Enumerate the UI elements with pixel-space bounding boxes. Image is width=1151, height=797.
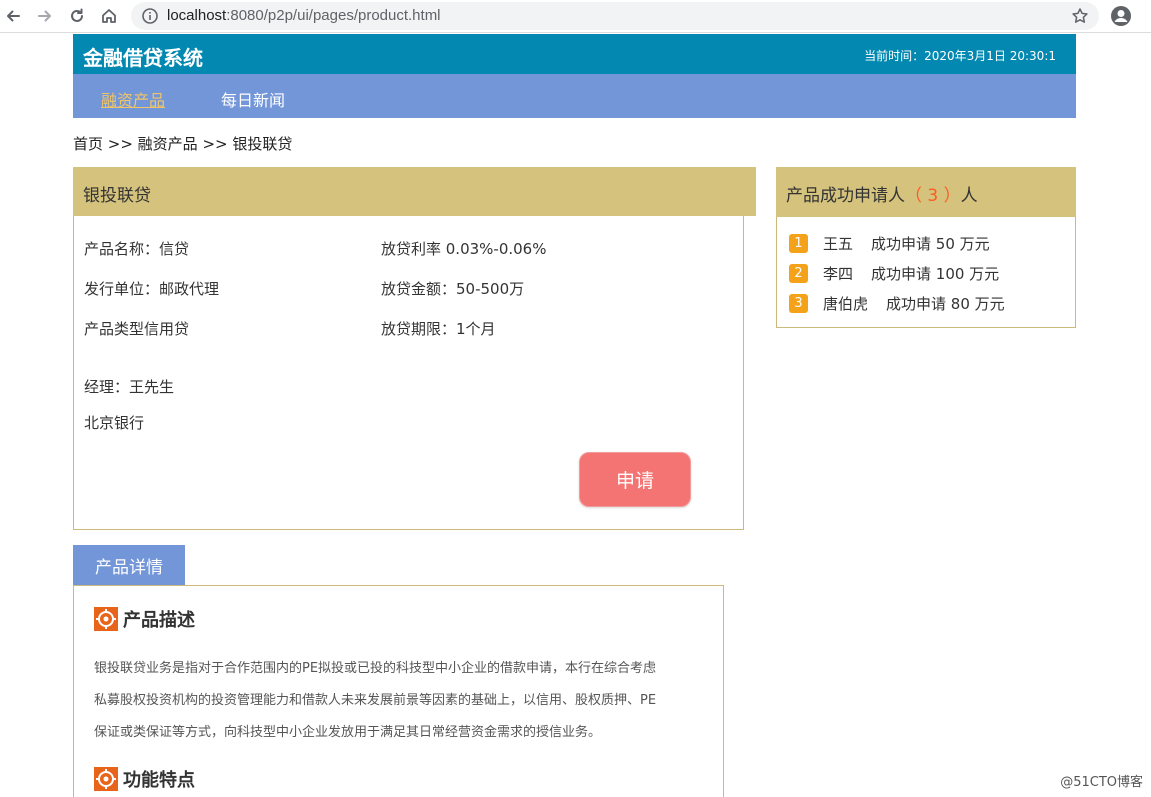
current-time: 当前时间：2020年3月1日 20:30:1 — [864, 49, 1056, 63]
nav-item-news[interactable]: 每日新闻 — [221, 87, 285, 111]
list-item: 1 王五 成功申请 50 万元 — [789, 233, 990, 253]
reload-icon[interactable] — [65, 4, 89, 28]
applicant-amount: 成功申请 80 万元 — [886, 294, 1005, 313]
home-icon[interactable] — [97, 4, 121, 28]
loan-term: 放贷期限：1个月 — [381, 320, 496, 338]
product-title: 银投联贷 — [83, 186, 151, 206]
list-item: 2 李四 成功申请 100 万元 — [789, 263, 999, 283]
applicants-title: 产品成功申请人（ 3 ）人 — [786, 181, 978, 206]
rank-badge: 1 — [789, 233, 808, 253]
tab-product-details[interactable]: 产品详情 — [73, 545, 185, 585]
site-header: 金融借贷系统 当前时间：2020年3月1日 20:30:1 — [73, 34, 1076, 74]
rank-badge: 2 — [789, 263, 808, 283]
list-item: 3 唐伯虎 成功申请 80 万元 — [789, 293, 1005, 313]
section-features-header: 功能特点 — [94, 766, 195, 792]
browser-toolbar: localhost:8080/p2p/ui/pages/product.html — [0, 0, 1151, 33]
product-name: 产品名称：信贷 — [84, 240, 190, 258]
section-description-header: 产品描述 — [94, 606, 195, 632]
main-nav: 融资产品 每日新闻 — [73, 74, 1076, 118]
watermark: @51CTO博客 — [1060, 775, 1143, 790]
product-panel-header: 银投联贷 — [73, 167, 756, 216]
description-line: 银投联贷业务是指对于合作范围内的PE拟投或已投的科技型中小企业的借款申请，本行在… — [94, 661, 657, 676]
section-icon — [94, 767, 118, 791]
bank-name: 北京银行 — [84, 414, 145, 432]
rank-badge: 3 — [789, 293, 808, 313]
applicants-list: 1 王五 成功申请 50 万元 2 李四 成功申请 100 万元 3 唐伯虎 成… — [776, 217, 1076, 328]
account-icon[interactable] — [1110, 5, 1132, 27]
star-icon[interactable] — [1071, 7, 1089, 25]
product-type: 产品类型信用贷 — [84, 320, 190, 338]
apply-button[interactable]: 申请 — [579, 452, 691, 507]
breadcrumb: 首页 >> 融资产品 >> 银投联贷 — [73, 135, 293, 153]
manager: 经理：王先生 — [84, 378, 175, 396]
applicants-count: （ 3 ） — [905, 186, 961, 206]
url-host: localhost — [167, 7, 227, 24]
nav-item-products[interactable]: 融资产品 — [101, 87, 165, 111]
description-line: 保证或类保证等方式，向科技型中小企业发放用于满足其日常经营资金需求的授信业务。 — [94, 725, 602, 740]
applicant-amount: 成功申请 50 万元 — [871, 234, 990, 253]
section-description-title: 产品描述 — [123, 610, 195, 631]
info-icon[interactable] — [141, 7, 159, 25]
description-line: 私募股权投资机构的投资管理能力和借款人未来发展前景等因素的基础上，以信用、股权质… — [94, 693, 657, 708]
site-title: 金融借贷系统 — [83, 46, 203, 70]
section-features-title: 功能特点 — [123, 770, 195, 791]
section-icon — [94, 607, 118, 631]
loan-amount: 放贷金额：50-500万 — [381, 280, 525, 298]
address-bar[interactable]: localhost:8080/p2p/ui/pages/product.html — [131, 2, 1099, 30]
product-details-box: 产品描述 银投联贷业务是指对于合作范围内的PE拟投或已投的科技型中小企业的借款申… — [73, 585, 724, 797]
url-path: :8080/p2p/ui/pages/product.html — [226, 7, 441, 24]
applicants-title-suffix: 人 — [960, 186, 978, 206]
forward-icon[interactable] — [33, 4, 57, 28]
applicants-title-text: 产品成功申请人 — [786, 186, 905, 206]
applicant-amount: 成功申请 100 万元 — [871, 264, 1000, 283]
applicant-name: 唐伯虎 — [823, 294, 869, 313]
url-text[interactable]: localhost:8080/p2p/ui/pages/product.html — [167, 7, 441, 24]
applicant-name: 王五 — [823, 234, 854, 253]
applicant-name: 李四 — [823, 264, 854, 283]
issuer: 发行单位：邮政代理 — [84, 280, 220, 298]
applicants-panel-header: 产品成功申请人（ 3 ）人 — [776, 167, 1076, 217]
back-icon[interactable] — [1, 4, 25, 28]
loan-rate: 放贷利率 0.03%-0.06% — [381, 240, 547, 258]
